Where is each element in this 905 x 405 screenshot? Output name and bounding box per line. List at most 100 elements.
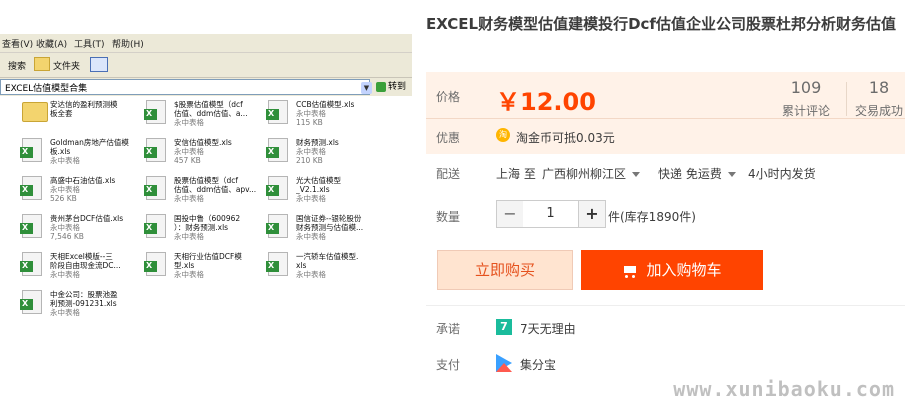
file-item[interactable]: X 天相Excel模版--三 阶段自由现金流DC... 永中表格 <box>20 252 142 292</box>
folder-icon <box>22 102 48 122</box>
file-item[interactable]: X 财务预测.xls 永中表格 210 KB <box>266 138 388 178</box>
menu-help[interactable]: 帮助(H) <box>112 37 144 50</box>
file-item[interactable]: X 安信估值模型.xls 永中表格 457 KB <box>144 138 266 178</box>
excel-file-icon: X <box>266 214 288 238</box>
excel-file-icon: X <box>144 176 166 200</box>
excel-x-glyph: X <box>268 261 275 270</box>
file-item[interactable]: X CCB估值模型.xls 永中表格 115 KB <box>266 100 388 140</box>
address-dropdown-icon[interactable]: ▼ <box>361 82 372 94</box>
add-to-cart-button[interactable]: 加入购物车 <box>581 250 763 290</box>
excel-x-glyph: X <box>22 261 29 270</box>
file-meta: 永中表格 <box>296 194 326 203</box>
file-meta: 永中表格 <box>296 232 326 241</box>
file-item[interactable]: X 天相行业估值DCF模 型.xls 永中表格 <box>144 252 266 292</box>
service-divider <box>426 305 905 306</box>
price-divider <box>426 118 905 119</box>
file-name: 安达信的盈利预测模 板全套 <box>50 100 118 118</box>
file-meta: 永中表格 <box>174 270 204 279</box>
qty-input[interactable]: 1 <box>523 200 578 228</box>
menu-tools[interactable]: 工具(T) <box>74 37 105 50</box>
file-meta: 永中表格 210 KB <box>296 147 326 165</box>
ship-destination-select[interactable]: 广西柳州柳江区 <box>542 165 641 182</box>
file-name: 一汽轿车估值模型. xls <box>296 252 359 270</box>
folder-icon <box>34 57 50 71</box>
go-button[interactable]: 转到 <box>376 79 406 92</box>
file-name: $股票估值模型（dcf 估值、ddm估值、a... <box>174 100 248 118</box>
file-meta: 永中表格 <box>50 270 80 279</box>
explorer-screenshot: 查看(V) 收藏(A) 工具(T) 帮助(H) 搜索 文件夹 EXCEL估值模型… <box>0 0 412 405</box>
excel-x-glyph: X <box>146 223 153 232</box>
views-icon[interactable] <box>90 57 108 72</box>
file-name: Goldman房地产估值模 板.xls <box>50 138 129 156</box>
excel-x-glyph: X <box>268 185 275 194</box>
folders-button[interactable]: 文件夹 <box>53 59 80 72</box>
file-meta: 永中表格 <box>174 118 204 127</box>
price-value: ￥12.00 <box>496 88 596 116</box>
file-name: 天相行业估值DCF模 型.xls <box>174 252 242 270</box>
qty-plus-button[interactable]: + <box>578 200 606 228</box>
site-watermark: www.xunibaoku.com <box>673 377 895 401</box>
excel-x-glyph: X <box>146 261 153 270</box>
file-item[interactable]: X 股票估值模型（dcf 估值、ddm估值、apv... 永中表格 <box>144 176 266 216</box>
excel-x-glyph: X <box>22 185 29 194</box>
file-item[interactable]: X 贵州茅台DCF估值.xls 永中表格 7,546 KB <box>20 214 142 254</box>
excel-file-icon: X <box>20 252 42 276</box>
reviews-label[interactable]: 累计评论 <box>771 102 841 119</box>
reviews-count[interactable]: 109 <box>771 78 841 97</box>
excel-file-icon: X <box>144 100 166 124</box>
file-name: 天相Excel模版--三 阶段自由现金流DC... <box>50 252 121 270</box>
stock-text: 件(库存1890件) <box>608 210 696 224</box>
product-panel: EXCEL财务模型估值建模投行Dcf估值企业公司股票杜邦分析财务估值 价格 ￥1… <box>418 0 905 405</box>
ship-method-select[interactable]: 快递 免运费 <box>658 165 736 182</box>
file-item[interactable]: X 中金公司：股票池盈 利预测-091231.xls 永中表格 <box>20 290 142 330</box>
taojinbi-icon: 淘 <box>496 128 510 142</box>
excel-x-glyph: X <box>268 109 275 118</box>
ship-time: 4小时内发货 <box>748 167 816 181</box>
file-meta: 永中表格 <box>174 194 204 203</box>
file-item[interactable]: X Goldman房地产估值模 板.xls 永中表格 <box>20 138 142 178</box>
file-name: 国信证券--银轮股份 财务预测与估值模... <box>296 214 364 232</box>
menu-view[interactable]: 查看(V) <box>2 37 33 50</box>
file-name: 财务预测.xls <box>296 138 339 147</box>
pay-label: 支付 <box>436 358 461 372</box>
file-meta: 永中表格 457 KB <box>174 147 204 165</box>
excel-x-glyph: X <box>146 185 153 194</box>
file-item[interactable]: X 国信证券--银轮股份 财务预测与估值模... 永中表格 <box>266 214 388 254</box>
go-arrow-icon <box>376 81 386 92</box>
search-button[interactable]: 搜索 <box>8 59 26 72</box>
excel-x-glyph: X <box>146 147 153 156</box>
file-item[interactable]: 安达信的盈利预测模 板全套 <box>22 100 142 140</box>
excel-file-icon: X <box>20 176 42 200</box>
file-item[interactable]: X 一汽轿车估值模型. xls 永中表格 <box>266 252 388 292</box>
promise-label: 承诺 <box>436 322 461 336</box>
address-bar: EXCEL估值模型合集 ▼ 转到 <box>0 78 412 96</box>
excel-file-icon: X <box>20 138 42 162</box>
pay-text[interactable]: 集分宝 <box>520 356 556 373</box>
cart-icon <box>622 264 638 278</box>
ship-from: 上海 至 <box>496 167 536 181</box>
file-meta: 永中表格 <box>174 232 204 241</box>
excel-x-glyph: X <box>268 223 275 232</box>
file-item[interactable]: X 高盛中石油估值.xls 永中表格 526 KB <box>20 176 142 216</box>
qty-minus-button[interactable]: − <box>496 200 524 228</box>
explorer-menubar: 查看(V) 收藏(A) 工具(T) 帮助(H) <box>0 34 412 53</box>
chevron-down-icon <box>632 172 641 177</box>
menu-favorites[interactable]: 收藏(A) <box>36 37 67 50</box>
file-item[interactable]: X 国投中鲁（600962 ）：财务预测.xls 永中表格 <box>144 214 266 254</box>
excel-file-icon: X <box>20 214 42 238</box>
address-input[interactable]: EXCEL估值模型合集 ▼ <box>0 79 372 95</box>
buy-now-button[interactable]: 立即购买 <box>437 250 573 290</box>
file-item[interactable]: X 光大估值模型 _V2.1.xls 永中表格 <box>266 176 388 216</box>
file-meta: 永中表格 <box>50 156 80 165</box>
ship-label: 配送 <box>436 167 461 181</box>
file-meta: 永中表格 7,546 KB <box>50 223 84 241</box>
file-meta: 永中表格 <box>296 270 326 279</box>
promise-text[interactable]: 7天无理由 <box>520 320 576 337</box>
file-item[interactable]: X $股票估值模型（dcf 估值、ddm估值、a... 永中表格 <box>144 100 266 140</box>
product-title: EXCEL财务模型估值建模投行Dcf估值企业公司股票杜邦分析财务估值 <box>426 15 896 33</box>
excel-file-icon: X <box>266 252 288 276</box>
seven-day-return-icon: 7 <box>496 319 512 335</box>
qty-label: 数量 <box>436 210 461 224</box>
excel-file-icon: X <box>266 138 288 162</box>
promo-text: 淘金币可抵0.03元 <box>516 131 615 145</box>
